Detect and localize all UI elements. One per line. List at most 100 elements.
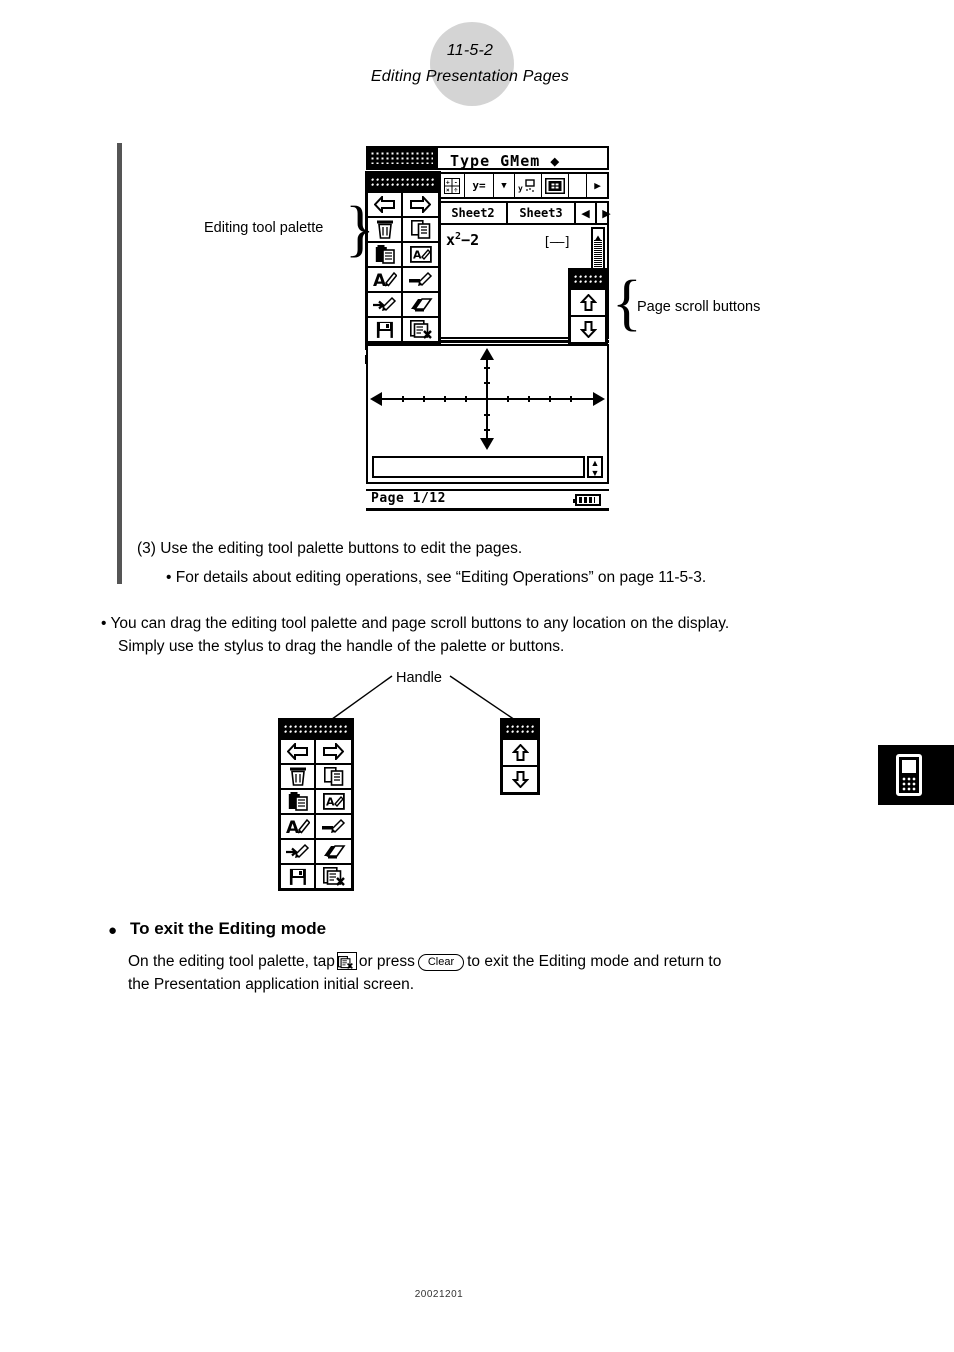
- save-button[interactable]: [368, 316, 403, 341]
- calculator-icon: [896, 754, 922, 796]
- page-gutter: [878, 0, 954, 1352]
- section-bullet: ●: [108, 922, 118, 939]
- save-button[interactable]: [281, 863, 316, 888]
- sheet-tab-bar: Sheet2 Sheet3 ◀ ▶: [438, 201, 611, 225]
- drag-handle-dots-icon[interactable]: [366, 146, 438, 170]
- eraser-button[interactable]: [403, 291, 438, 316]
- svg-text:-: -: [454, 179, 458, 186]
- svg-text:y: y: [518, 184, 523, 193]
- editing-tool-palette[interactable]: A A: [365, 171, 441, 344]
- edit-text-button[interactable]: A: [403, 241, 438, 266]
- scrollbar-up-icon[interactable]: [594, 230, 602, 242]
- graph-scroll-buttons[interactable]: ▲ ▼: [587, 456, 603, 478]
- drag-handle-dots-icon[interactable]: [281, 721, 351, 738]
- graph-input-field[interactable]: [372, 456, 585, 478]
- next-page-button[interactable]: [316, 738, 351, 763]
- graph-panel: ▲ ▼: [366, 344, 609, 484]
- exit-section-body: On the editing tool palette, tap or press…: [128, 950, 848, 996]
- expression-base: x: [446, 231, 456, 249]
- callout-brace-left: }: [345, 195, 375, 263]
- toolbar-next-arrow[interactable]: ▶: [587, 174, 608, 197]
- draw-line-button[interactable]: [403, 266, 438, 291]
- section-number: 11-5-2: [446, 42, 494, 59]
- svg-text:A: A: [326, 796, 335, 809]
- eraser-button[interactable]: [316, 838, 351, 863]
- add-text-button[interactable]: A: [281, 813, 316, 838]
- svg-text:×: ×: [446, 187, 450, 194]
- document-page: 11-5-2 Editing Presentation Pages Type G…: [0, 0, 878, 1352]
- editing-tool-palette-diagram[interactable]: A A: [278, 718, 354, 891]
- drag-handle-dots-icon[interactable]: [368, 174, 438, 191]
- svg-text:A: A: [373, 271, 387, 289]
- draw-line-button[interactable]: [316, 813, 351, 838]
- exit-text-after: to exit the Editing mode and return to: [467, 953, 722, 970]
- expression-text: x2−2: [446, 231, 479, 249]
- drag-handle-dots-icon[interactable]: [571, 271, 605, 288]
- graph-canvas[interactable]: [370, 348, 605, 450]
- calculator-title-text: Type GMem ◆: [450, 152, 561, 170]
- next-page-button[interactable]: [403, 191, 438, 216]
- previous-page-button[interactable]: [281, 738, 316, 763]
- svg-text:+: +: [446, 179, 450, 186]
- scroll-down-button[interactable]: [503, 765, 537, 792]
- selection-bracket: [——]: [543, 235, 571, 250]
- chevron-down-icon[interactable]: ▼: [494, 174, 515, 197]
- section-title: Editing Presentation Pages: [370, 68, 570, 85]
- svg-text:A: A: [413, 249, 422, 262]
- pages-exit-icon: [336, 952, 357, 970]
- palette-button-grid: A A: [368, 191, 438, 341]
- page-header: 11-5-2 Editing Presentation Pages: [150, 38, 790, 90]
- step-3-note: • For details about editing operations, …: [166, 569, 707, 586]
- clear-key-button: Clear: [417, 954, 465, 971]
- graph-scroll-up-icon[interactable]: ▲: [589, 458, 601, 468]
- svg-text:÷: ÷: [454, 187, 458, 194]
- exit-section-title: To exit the Editing mode: [130, 919, 327, 938]
- exit-editing-button[interactable]: [316, 863, 351, 888]
- insert-button[interactable]: [368, 291, 403, 316]
- paste-button[interactable]: [281, 788, 316, 813]
- calc-grid-icon[interactable]: + - × ÷: [440, 174, 465, 197]
- battery-full-icon: [573, 494, 601, 506]
- insert-button[interactable]: [281, 838, 316, 863]
- page-indicator: Page 1/12: [371, 491, 446, 506]
- chapter-thumb-tab[interactable]: [878, 745, 954, 805]
- section-side-rule: [117, 143, 122, 584]
- drag-note-line-1: • You can drag the editing tool palette …: [101, 615, 730, 632]
- callout-brace-right: }: [612, 269, 642, 337]
- drag-note-line-2: Simply use the stylus to drag the handle…: [118, 638, 565, 655]
- blank-button[interactable]: [569, 174, 587, 197]
- calculator-toolbar: + - × ÷ y= ▼ y ▶: [438, 172, 609, 199]
- sheet-next-arrow-icon[interactable]: ▶: [597, 203, 616, 223]
- callout-editing-tool-palette: Editing tool palette: [204, 220, 324, 236]
- sheet-tab-sheet2[interactable]: Sheet2: [440, 203, 508, 223]
- palette-button-grid: A A: [281, 738, 351, 888]
- graph-scroll-down-icon[interactable]: ▼: [589, 468, 601, 478]
- add-text-button[interactable]: A: [368, 266, 403, 291]
- exit-editing-button[interactable]: [403, 316, 438, 341]
- scroll-up-button[interactable]: [503, 738, 537, 765]
- page-scroll-buttons[interactable]: [568, 268, 608, 345]
- delete-button[interactable]: [281, 763, 316, 788]
- expression-tail: −2: [461, 231, 480, 249]
- exit-text-line-2: the Presentation application initial scr…: [128, 976, 415, 993]
- step-3-text: (3) Use the editing tool palette buttons…: [137, 540, 523, 557]
- page-footer-code: 20021201: [414, 1289, 464, 1300]
- zoom-fit-button[interactable]: [542, 174, 569, 197]
- edit-text-button[interactable]: A: [316, 788, 351, 813]
- scroll-down-button[interactable]: [571, 315, 605, 342]
- y-graph-button[interactable]: y: [515, 174, 542, 197]
- drag-note: • You can drag the editing tool palette …: [101, 612, 861, 658]
- exit-text-before: On the editing tool palette, tap: [128, 953, 335, 970]
- copy-button[interactable]: [403, 216, 438, 241]
- scroll-up-button[interactable]: [571, 288, 605, 315]
- page-scroll-buttons-diagram[interactable]: [500, 718, 540, 795]
- callout-page-scroll-buttons: Page scroll buttons: [637, 299, 761, 315]
- copy-button[interactable]: [316, 763, 351, 788]
- sheet-prev-arrow-icon[interactable]: ◀: [576, 203, 597, 223]
- sheet-tab-sheet3[interactable]: Sheet3: [508, 203, 576, 223]
- svg-text:A: A: [286, 818, 300, 836]
- y-equals-button[interactable]: y=: [465, 174, 494, 197]
- exit-text-between: or press: [358, 953, 415, 970]
- calculator-screenshot-figure: Type GMem ◆ + - × ÷ y= ▼ y ▶ Sheet2 Shee…: [363, 144, 613, 519]
- drag-handle-dots-icon[interactable]: [503, 721, 537, 738]
